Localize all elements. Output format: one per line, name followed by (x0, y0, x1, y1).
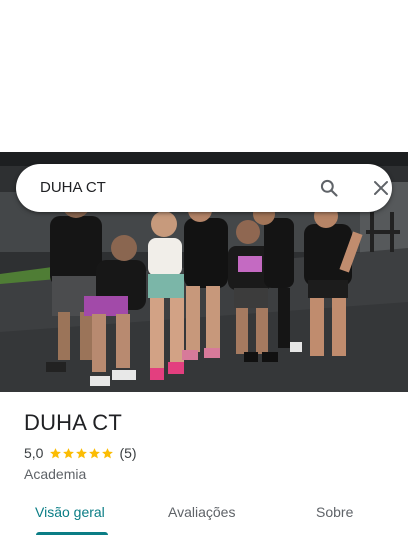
tab-reviews[interactable]: Avaliações (168, 504, 235, 520)
place-title: DUHA CT (24, 410, 122, 435)
star-icon (76, 447, 88, 458)
star-icon (89, 447, 101, 458)
star-icon (50, 447, 62, 458)
review-count[interactable]: (5) (119, 445, 136, 461)
tab-about[interactable]: Sobre (316, 504, 353, 520)
active-tab-indicator (36, 532, 108, 535)
close-icon[interactable] (372, 179, 390, 197)
place-tabs: Visão geral Avaliações Sobre (0, 496, 408, 536)
tab-overview[interactable]: Visão geral (35, 504, 105, 520)
star-icon (63, 447, 75, 458)
rating-value: 5,0 (24, 445, 44, 461)
search-bar[interactable]: DUHA CT (16, 164, 392, 212)
star-icon (102, 447, 114, 458)
place-category[interactable]: Academia (24, 466, 86, 482)
search-icon[interactable] (319, 178, 339, 198)
search-input[interactable]: DUHA CT (40, 179, 106, 196)
rating-row[interactable]: 5,0 (5) (24, 445, 137, 461)
place-sheet: DUHA CT DUHA CT 5,0 (5) Academia Visão g… (0, 0, 408, 544)
star-rating (49, 447, 114, 460)
